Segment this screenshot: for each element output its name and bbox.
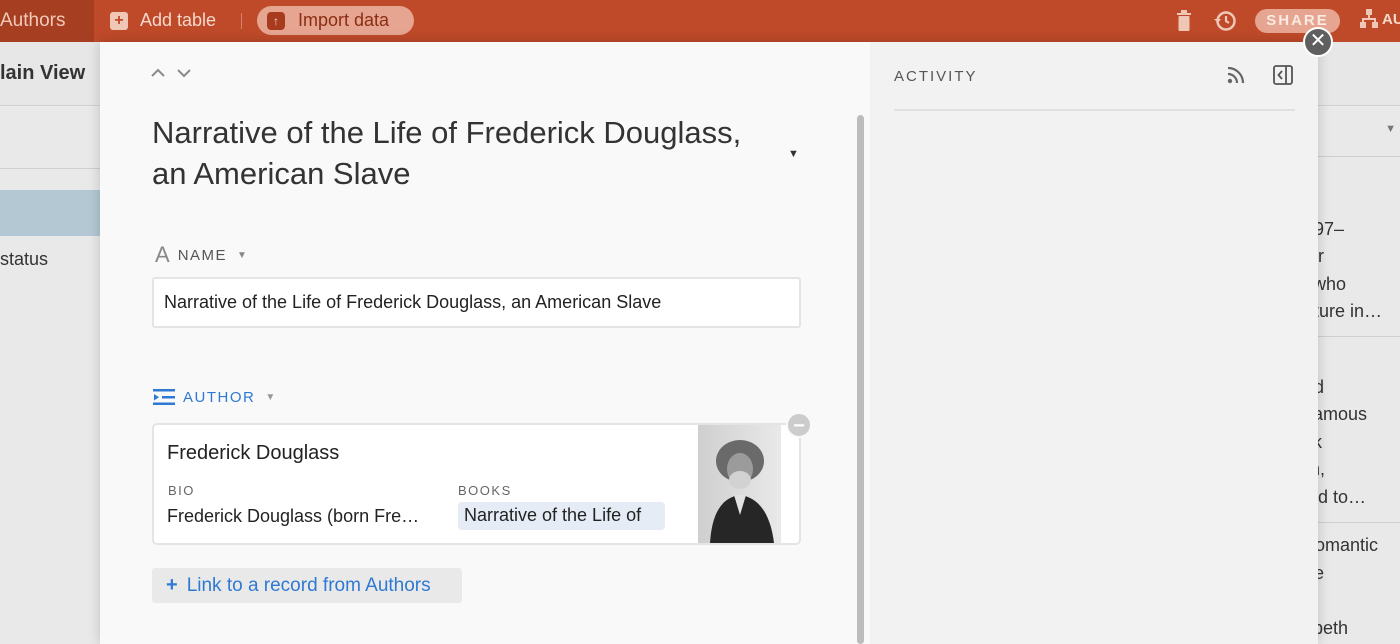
cell-line: and xyxy=(1318,376,1325,397)
divider xyxy=(241,13,242,29)
row-divider xyxy=(1318,336,1400,337)
bio-label: BIO xyxy=(168,483,195,498)
grid-left-column: status xyxy=(0,107,100,644)
trash-icon[interactable] xyxy=(1176,10,1192,32)
grid-header: ▼ xyxy=(1318,107,1400,157)
bio-value: Frederick Douglass (born Fre… xyxy=(167,506,420,526)
name-field-label[interactable]: A NAME ▼ xyxy=(155,242,248,268)
automations-label: AU xyxy=(1382,10,1400,28)
record-modal: Narrative of the Life of Frederick Dougl… xyxy=(100,42,1318,644)
top-bar: Authors + Add table ↑ Import data SHARE … xyxy=(0,0,1400,42)
selected-row[interactable] xyxy=(0,190,100,236)
table-tab-label: Authors xyxy=(0,10,66,31)
books-label: BOOKS xyxy=(458,483,512,498)
linked-record-icon xyxy=(153,389,175,405)
cell-line: rnn, xyxy=(1318,459,1326,479)
chevron-down-icon[interactable] xyxy=(176,68,192,78)
import-data-button[interactable]: ↑ Import data xyxy=(257,6,414,35)
grid-cell[interactable]: 3 romantic ane zabeth xyxy=(1318,532,1400,642)
cell-line: rick xyxy=(1318,429,1400,457)
cell-line: st who xyxy=(1318,273,1347,294)
cell-line xyxy=(1318,587,1400,615)
cell-line: by xyxy=(1318,188,1400,216)
link-record-button[interactable]: + Link to a record from Authors xyxy=(152,568,462,603)
close-icon[interactable]: ✕ xyxy=(1303,27,1333,57)
author-photo xyxy=(698,425,781,543)
grid-right-column: ▼ by 1797– ctor st who eature in… ick an… xyxy=(1318,107,1400,644)
record-title: Narrative of the Life of Frederick Dougl… xyxy=(152,115,742,191)
grid-cell[interactable]: status xyxy=(0,249,48,270)
table-tab-authors[interactable]: Authors xyxy=(0,0,94,42)
cell-line: ane xyxy=(1318,562,1325,583)
field-label-text: AUTHOR xyxy=(183,388,256,406)
activity-divider xyxy=(894,109,1295,111)
caret-down-icon[interactable]: ▼ xyxy=(237,250,248,261)
caret-down-icon[interactable]: ▼ xyxy=(1385,123,1396,135)
import-data-label: Import data xyxy=(298,10,390,30)
grid-header xyxy=(0,107,100,169)
cell-line: ick xyxy=(1318,346,1400,374)
automations-button[interactable]: AU xyxy=(1360,9,1400,29)
cell-line: 1797– xyxy=(1318,218,1345,239)
plus-icon: + xyxy=(110,11,128,30)
row-divider xyxy=(1318,522,1400,523)
upload-icon: ↑ xyxy=(267,11,285,30)
author-field-label[interactable]: AUTHOR ▼ xyxy=(153,388,277,406)
text-field-icon: A xyxy=(155,242,170,267)
scrollbar[interactable] xyxy=(857,115,864,644)
linked-record-card[interactable]: Frederick Douglass BIO Frederick Douglas… xyxy=(152,423,801,545)
view-name[interactable]: lain View xyxy=(0,62,85,85)
plus-icon: + xyxy=(166,574,178,596)
grid-cell[interactable]: by 1797– ctor st who eature in… xyxy=(1318,188,1400,326)
cell-line: ctor xyxy=(1318,246,1325,266)
cell-line: y famous xyxy=(1318,404,1368,424)
grid-cell[interactable]: ick and y famous rick rnn, held to… xyxy=(1318,346,1400,511)
caret-down-icon[interactable]: ▼ xyxy=(788,148,799,160)
cell-line: eature in… xyxy=(1318,301,1383,321)
name-input[interactable] xyxy=(152,277,801,328)
rss-icon[interactable] xyxy=(1227,66,1245,84)
field-label-text: NAME xyxy=(177,246,228,264)
cell-line: zabeth xyxy=(1318,617,1349,638)
history-icon[interactable] xyxy=(1213,9,1237,33)
collapse-panel-icon[interactable] xyxy=(1273,65,1293,85)
linked-record-name: Frederick Douglass xyxy=(167,442,340,464)
link-record-label: Link to a record from Authors xyxy=(186,574,431,596)
cell-line: 3 romantic xyxy=(1318,535,1379,555)
remove-link-button[interactable]: − xyxy=(786,412,812,438)
chevron-up-icon[interactable] xyxy=(150,68,166,78)
activity-title: ACTIVITY xyxy=(894,68,978,85)
books-value-chip: Narrative of the Life of xyxy=(458,502,665,530)
record-navigation xyxy=(150,68,192,78)
activity-panel: ACTIVITY xyxy=(870,42,1318,644)
cell-line: held to… xyxy=(1318,486,1367,507)
hierarchy-icon xyxy=(1360,9,1378,28)
caret-down-icon[interactable]: ▼ xyxy=(265,392,276,403)
add-table-label: Add table xyxy=(140,10,217,30)
add-table-button[interactable]: + Add table xyxy=(110,10,216,31)
